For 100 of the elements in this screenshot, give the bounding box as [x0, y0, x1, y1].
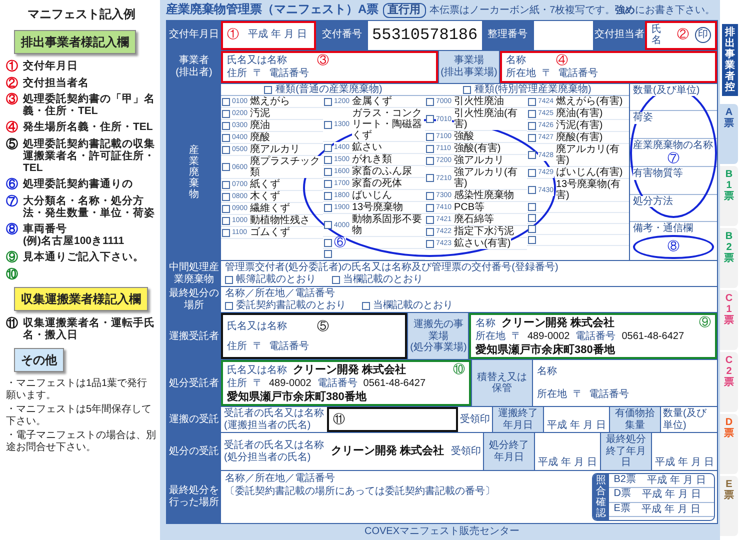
checkbox[interactable] — [225, 276, 233, 284]
date-label: 年 — [678, 457, 688, 469]
number-marker: ④ — [6, 121, 19, 134]
checkbox[interactable] — [528, 122, 536, 130]
number-marker: ⑩ — [452, 363, 465, 378]
field-label: 住所 — [227, 68, 247, 80]
checkbox[interactable] — [426, 144, 434, 153]
date-label: 月 — [691, 457, 701, 469]
slip-tab[interactable]: C1票 — [720, 290, 738, 350]
company-name: クリーン開発 株式会社 — [293, 364, 406, 377]
checkbox[interactable] — [528, 225, 536, 234]
checkbox[interactable] — [362, 302, 370, 310]
checkbox[interactable] — [222, 216, 230, 225]
checkbox[interactable] — [426, 204, 434, 212]
checkbox[interactable] — [426, 240, 434, 248]
field-label: 産業廃棄物 — [189, 144, 199, 200]
checkbox[interactable] — [528, 168, 536, 177]
waste-type: 強アルカリ — [454, 155, 504, 166]
checkbox[interactable] — [222, 98, 230, 106]
checkbox[interactable] — [222, 204, 230, 213]
field-label: (処分事業場) — [410, 342, 467, 354]
number-marker: ⑦ — [668, 152, 680, 166]
section-heading: 排出事業者様記入欄 — [14, 30, 136, 54]
note-text: ・マニフェストは1品1葉で発行願います。 — [6, 378, 148, 402]
checkbox[interactable] — [528, 110, 536, 118]
field-label: 電話番号 — [269, 341, 309, 353]
checkbox[interactable] — [528, 151, 536, 160]
checkbox[interactable] — [222, 122, 230, 130]
checkbox[interactable] — [528, 236, 536, 244]
checkbox[interactable] — [222, 134, 230, 142]
checkbox[interactable] — [426, 132, 434, 141]
slip-tab[interactable]: C2票 — [720, 352, 738, 412]
waste-type: 家畜のふん尿 — [352, 166, 412, 178]
field-label: 管理票交付者(処分委託者)の氏名又は名称及び管理票の交付番号(登録番号) — [225, 262, 560, 274]
waste-type: 廃プラスチック類 — [250, 156, 322, 178]
number-marker: ③ — [6, 93, 19, 108]
waste-type: 動物系固形不要物 — [352, 214, 424, 236]
date-label: 年 — [570, 420, 580, 432]
date-label: 平成 — [641, 504, 662, 516]
checkbox[interactable] — [324, 204, 332, 212]
checkbox[interactable] — [528, 134, 536, 142]
checkbox[interactable] — [324, 221, 332, 230]
checkbox[interactable] — [528, 214, 536, 222]
company-name: クリーン開発 株式会社 — [501, 317, 615, 330]
checkbox[interactable] — [222, 228, 230, 237]
checkbox[interactable] — [528, 203, 536, 212]
option-label: 当欄記載のとおり — [343, 274, 423, 286]
checkbox[interactable] — [324, 238, 332, 247]
slip-tab[interactable]: D票 — [720, 414, 738, 474]
form-title: 産業廃棄物管理票（マニフェスト）A票 — [166, 3, 379, 18]
checkbox[interactable] — [222, 146, 230, 154]
checkbox[interactable] — [324, 120, 332, 129]
checkbox[interactable] — [324, 156, 332, 164]
checkbox[interactable] — [324, 192, 332, 200]
checkbox[interactable] — [528, 186, 536, 194]
checkbox[interactable] — [426, 228, 434, 236]
checkbox[interactable] — [426, 115, 434, 124]
field-label: (運搬担当者の氏名) — [224, 420, 312, 432]
waste-type: 金属くず — [352, 96, 392, 108]
checkbox[interactable] — [426, 174, 434, 182]
field-label: (排出事業場) — [440, 66, 498, 78]
checkbox[interactable] — [324, 144, 332, 152]
checkbox[interactable] — [528, 98, 536, 106]
postal-mark: 〒 — [572, 388, 583, 400]
number-marker: ① — [6, 60, 19, 73]
postal-code: 489-0002 — [269, 378, 312, 390]
checkbox[interactable] — [222, 110, 230, 118]
checkbox[interactable] — [426, 192, 434, 200]
slip-tab[interactable]: B2票 — [720, 228, 738, 288]
waste-type: 廃アルカリ — [250, 144, 300, 156]
checkbox[interactable] — [426, 156, 434, 165]
checkbox[interactable] — [222, 180, 230, 189]
checkbox[interactable] — [324, 180, 332, 188]
checkbox[interactable] — [222, 163, 230, 172]
slip-tab[interactable]: E票 — [720, 476, 738, 536]
checkbox[interactable] — [426, 216, 434, 224]
field-label: 電話番号 — [588, 388, 629, 400]
note-text: 〔委託契約書記載の場所にあっては委託契約書記載の番号〕 — [225, 486, 496, 498]
slip-tab[interactable]: B1票 — [720, 166, 738, 226]
slip-tab[interactable]: A票 — [720, 104, 738, 164]
phone-number: 0561-48-6427 — [622, 331, 684, 343]
checkbox[interactable] — [324, 98, 332, 106]
field-label: 所在地 — [506, 68, 536, 80]
checkbox[interactable] — [222, 192, 230, 201]
date-label: 日 — [704, 457, 714, 469]
checkbox[interactable] — [324, 168, 332, 176]
checkbox[interactable] — [324, 250, 332, 258]
instruction-text: 車両番号 — [23, 222, 68, 235]
instruction-text: 発生場所名義・住所・TEL — [23, 121, 153, 134]
number-marker: ⑪ — [6, 317, 19, 332]
field-label: (排出者) — [176, 66, 212, 78]
checkbox[interactable] — [426, 98, 434, 106]
number-marker: ⑨ — [6, 250, 19, 264]
field-label: 処分の受託 — [167, 433, 221, 470]
checkbox[interactable] — [462, 86, 471, 94]
footer-text: COVEXマニフェスト販売センター — [363, 526, 520, 538]
checkbox[interactable] — [264, 86, 272, 94]
checkbox[interactable] — [332, 276, 340, 284]
number-marker: ③ — [317, 54, 329, 68]
checkbox[interactable] — [225, 302, 233, 310]
